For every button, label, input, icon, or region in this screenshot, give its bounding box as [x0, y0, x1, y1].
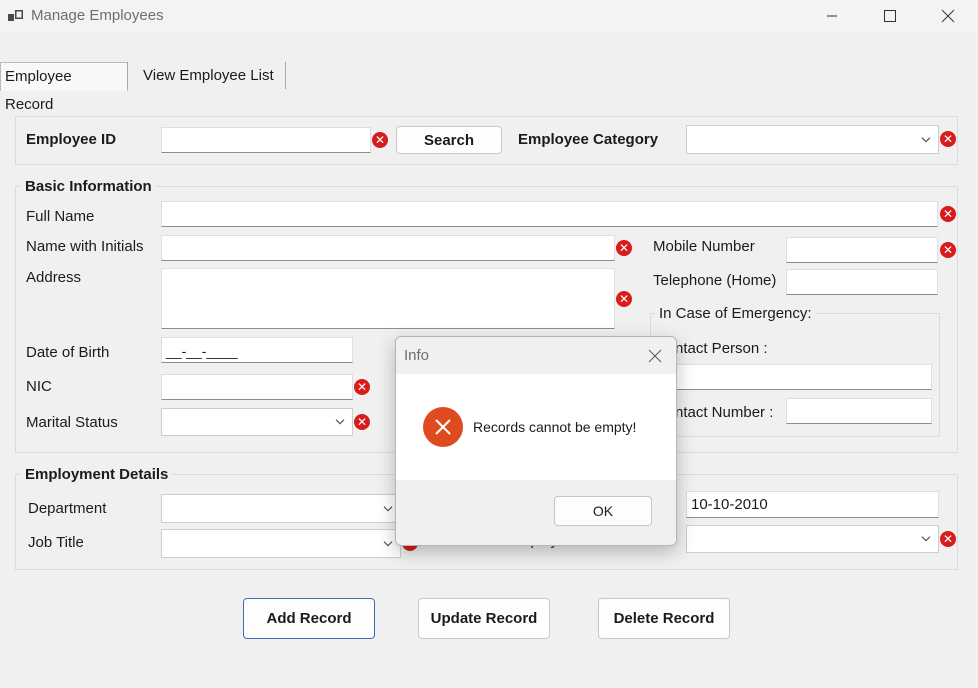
search-button[interactable]: Search [396, 126, 502, 154]
close-button[interactable] [925, 0, 971, 32]
job-title-label: Job Title [28, 534, 84, 551]
mobile-number-label: Mobile Number [653, 238, 755, 255]
department-select[interactable] [161, 494, 401, 523]
employment-status-select[interactable] [686, 525, 939, 553]
name-with-initials-input[interactable] [161, 235, 615, 261]
error-icon: ✕ [354, 379, 370, 395]
marital-status-select[interactable] [161, 408, 353, 436]
chevron-down-icon [921, 136, 931, 143]
error-icon: ✕ [616, 240, 632, 256]
emergency-title: In Case of Emergency: [655, 305, 816, 322]
add-record-button[interactable]: Add Record [243, 598, 375, 639]
app-icon [8, 9, 24, 23]
chevron-down-icon [383, 540, 393, 547]
update-record-button[interactable]: Update Record [418, 598, 550, 639]
date-of-birth-input[interactable]: __-__-____ [161, 337, 353, 363]
employee-category-label: Employee Category [518, 131, 659, 148]
dialog-title: Info [404, 347, 430, 364]
tab-employee-record[interactable]: Employee Record [0, 62, 128, 113]
marital-status-label: Marital Status [26, 414, 118, 431]
close-icon [648, 349, 662, 363]
mobile-number-input[interactable] [786, 237, 938, 263]
full-name-input[interactable] [161, 201, 938, 227]
nic-label: NIC [26, 378, 52, 395]
employment-date-input[interactable]: 10-10-2010 [686, 491, 939, 518]
ok-button[interactable]: OK [554, 496, 652, 526]
telephone-home-input[interactable] [786, 269, 938, 295]
nic-input[interactable] [161, 374, 353, 400]
contact-person-label: ntact Person : [675, 340, 768, 357]
minimize-button[interactable] [809, 0, 855, 32]
chevron-down-icon [335, 419, 345, 425]
error-icon: ✕ [940, 131, 956, 147]
dialog-message: Records cannot be empty! [473, 419, 637, 435]
employment-details-title: Employment Details [21, 466, 173, 483]
full-name-label: Full Name [26, 208, 95, 225]
contact-person-input[interactable] [673, 364, 932, 390]
contact-number-input[interactable] [786, 398, 932, 424]
tab-view-employee-list[interactable]: View Employee List [139, 62, 278, 90]
delete-record-button[interactable]: Delete Record [598, 598, 730, 639]
info-dialog: Info Records cannot be empty! OK [395, 336, 677, 546]
chevron-down-icon [383, 505, 393, 512]
name-with-initials-label: Name with Initials [26, 238, 144, 255]
error-icon: ✕ [354, 414, 370, 430]
window-title: Manage Employees [31, 7, 164, 24]
error-icon: ✕ [940, 206, 956, 222]
employee-category-select[interactable] [686, 125, 939, 154]
address-label: Address [26, 269, 82, 286]
maximize-button[interactable] [867, 0, 913, 32]
error-icon: ✕ [616, 291, 632, 307]
dialog-close-button[interactable] [648, 349, 662, 363]
telephone-home-label: Telephone (Home) [653, 272, 777, 289]
error-icon: ✕ [372, 132, 388, 148]
error-icon: ✕ [940, 531, 956, 547]
job-title-select[interactable] [161, 529, 401, 558]
address-input[interactable] [161, 268, 615, 329]
basic-information-title: Basic Information [21, 178, 156, 195]
tab-separator [127, 62, 128, 89]
employee-id-label: Employee ID [26, 131, 117, 148]
employee-id-input[interactable] [161, 127, 371, 153]
date-of-birth-mask: __-__-____ [166, 343, 238, 359]
department-label: Department [28, 500, 107, 517]
error-icon: ✕ [940, 242, 956, 258]
tab-separator [285, 62, 286, 89]
contact-number-label: ntact Number : [675, 404, 774, 421]
error-icon [423, 407, 463, 447]
date-of-birth-label: Date of Birth [26, 344, 110, 361]
employment-date-value: 10-10-2010 [691, 496, 768, 513]
chevron-down-icon [921, 536, 931, 542]
